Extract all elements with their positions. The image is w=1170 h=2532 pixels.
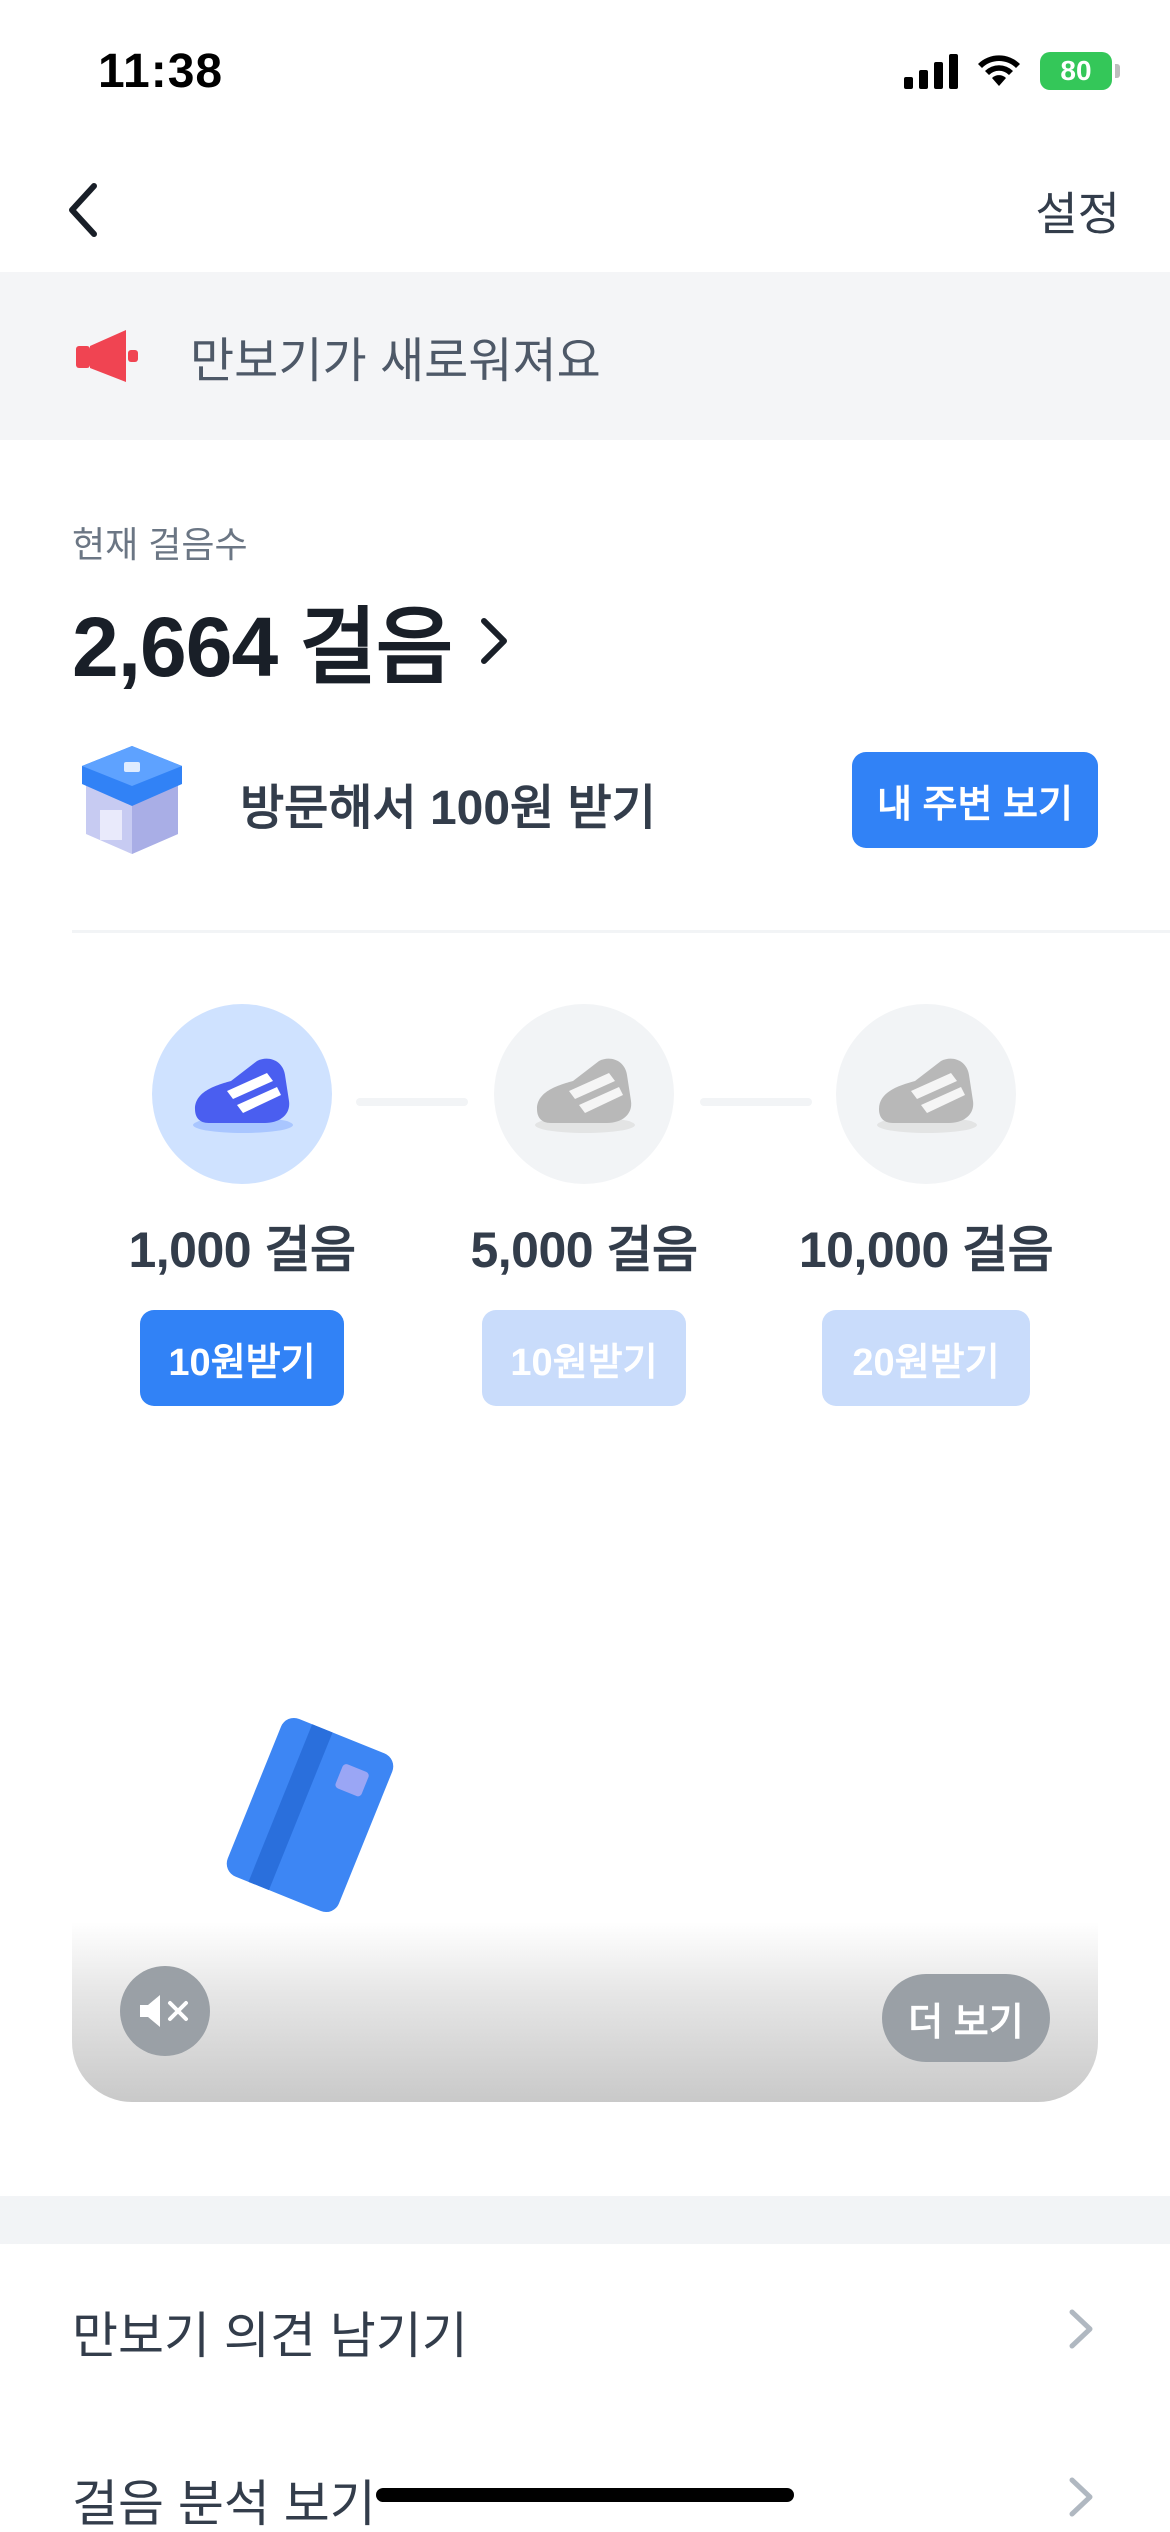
sneaker-icon [836,1004,1016,1184]
divider [72,930,1170,933]
ad-footer: 더 보기 [72,1922,1098,2102]
milestone-steps: 5,000 걸음 [470,1222,698,1278]
sneaker-icon [494,1004,674,1184]
milestone-10000: 10,000 걸음 20원받기 [776,1004,1076,1406]
battery-level: 80 [1060,55,1092,86]
milestone-steps: 1,000 걸음 [128,1222,356,1278]
menu-item-label: 걸음 분석 보기 [72,2476,376,2532]
sneaker-icon [152,1004,332,1184]
status-time: 11:38 [98,45,224,98]
notice-text: 만보기가 새로워져요 [190,335,601,388]
chevron-left-icon [69,183,97,237]
menu-item-label: 만보기 의견 남기기 [72,2308,468,2364]
claim-button[interactable]: 10원받기 [140,1310,344,1406]
visit-reward-row: 방문해서 100원 받기 내 주변 보기 [72,736,1098,866]
visit-reward-text: 방문해서 100원 받기 [240,782,656,835]
back-button[interactable] [44,170,124,250]
wifi-icon [978,55,1020,86]
chevron-right-icon [1069,2477,1093,2517]
nav-bar: 설정 [0,150,1170,270]
steps-count-link[interactable]: 2,664 걸음 [72,580,510,701]
notice-banner[interactable]: 만보기가 새로워져요 [0,272,1170,440]
megaphone-icon [76,330,138,382]
battery-icon: 80 [1040,52,1120,90]
mute-button[interactable] [120,1966,210,2056]
menu-item-feedback[interactable]: 만보기 의견 남기기 [0,2252,1170,2402]
chevron-right-icon [1069,2309,1093,2349]
credit-card-icon [226,1717,394,1913]
steps-count: 2,664 걸음 [72,600,453,694]
milestone-5000: 5,000 걸음 10원받기 [434,1004,734,1406]
nearby-button[interactable]: 내 주변 보기 [852,752,1098,848]
speaker-mute-icon [140,1995,188,2027]
store-icon [82,746,182,854]
milestone-1000: 1,000 걸음 10원받기 [92,1004,392,1406]
status-icons: 80 [904,52,1120,90]
status-bar: 11:38 80 [0,0,1170,150]
more-button[interactable]: 더 보기 [882,1974,1050,2062]
chevron-right-icon [481,617,508,664]
current-steps-label: 현재 걸음수 [72,524,248,565]
claim-button[interactable]: 10원받기 [482,1310,686,1406]
milestones: 1,000 걸음 10원받기 5,000 걸음 10원받기 10,000 걸음 … [0,1004,1170,1424]
settings-button[interactable]: 설정 [1035,178,1120,244]
home-indicator[interactable] [376,2488,794,2502]
section-divider [0,2196,1170,2244]
milestone-steps: 10,000 걸음 [798,1222,1054,1278]
cellular-signal-icon [904,53,958,89]
menu-item-analysis[interactable]: 걸음 분석 보기 [0,2420,1170,2532]
ad-banner[interactable]: 더 보기 [72,1430,1098,2102]
claim-button[interactable]: 20원받기 [822,1310,1030,1406]
